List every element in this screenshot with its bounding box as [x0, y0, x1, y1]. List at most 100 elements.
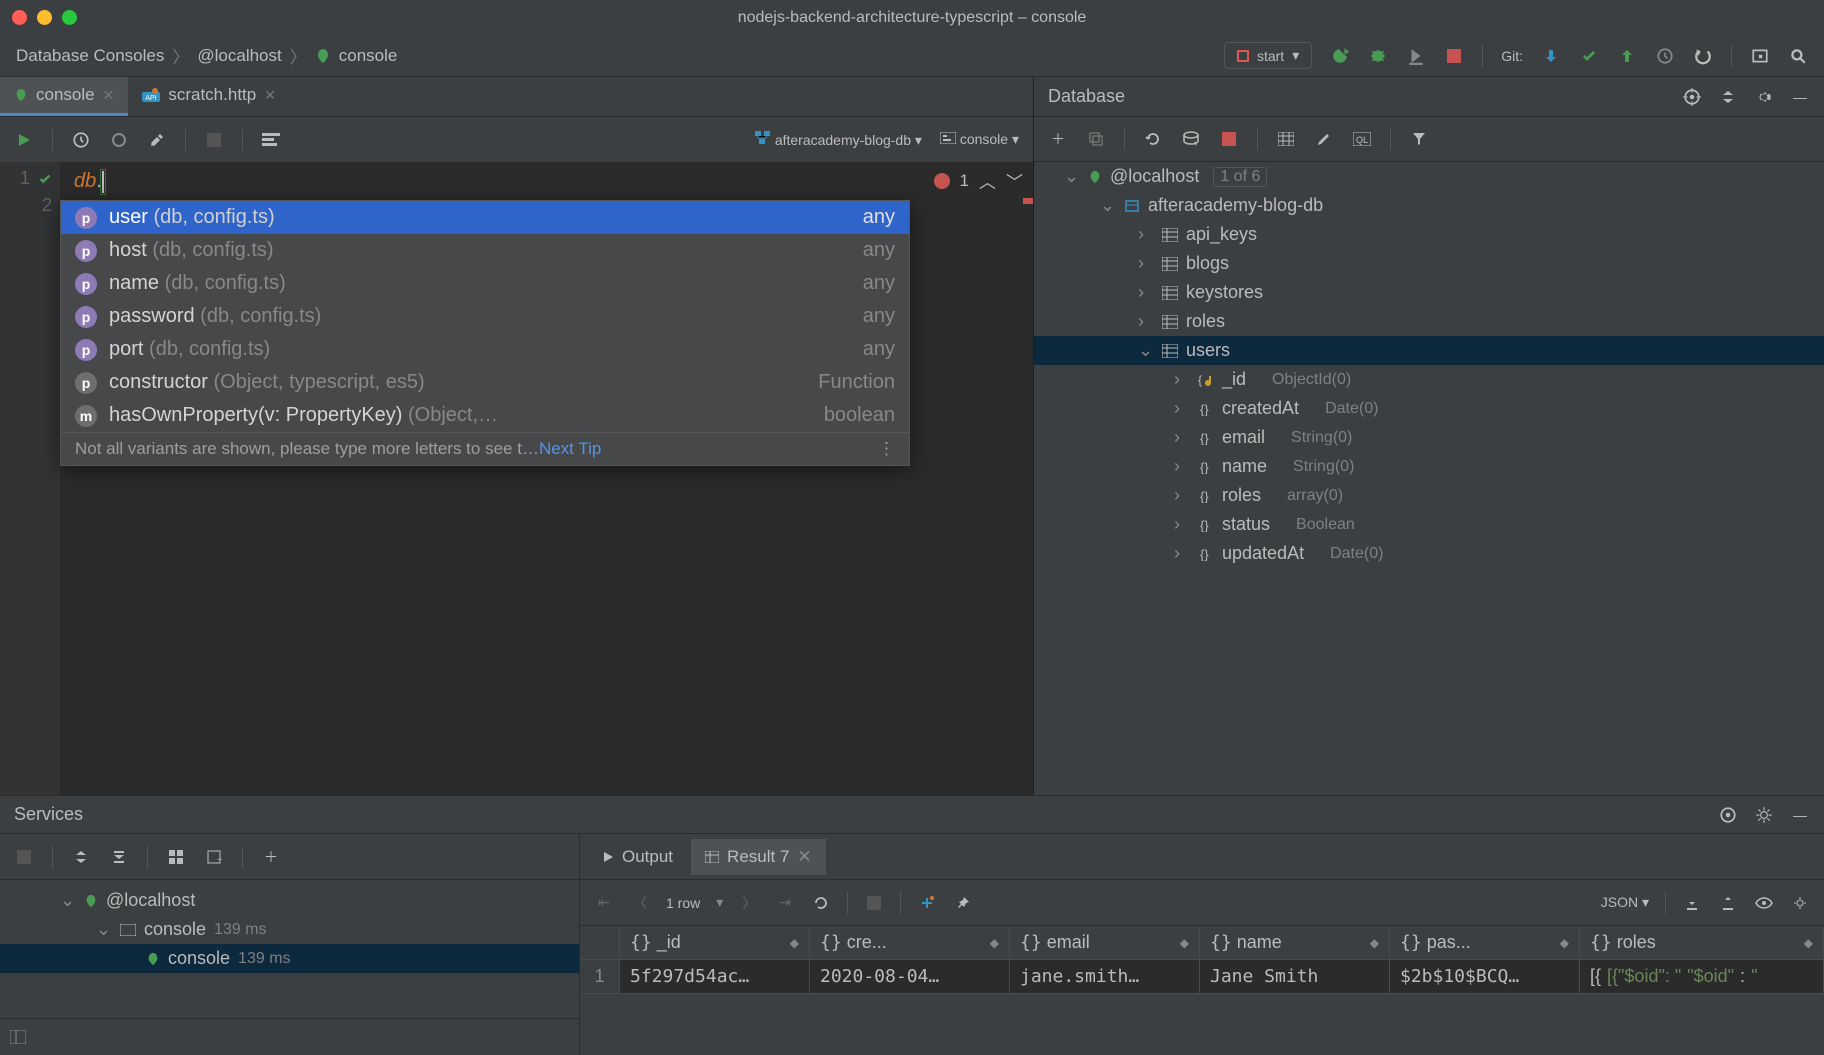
chevron-right-icon[interactable]: › [1138, 311, 1154, 332]
cell-email[interactable]: jane.smith… [1010, 960, 1200, 994]
chevron-right-icon[interactable]: › [1138, 253, 1154, 274]
target-icon[interactable] [1718, 805, 1738, 825]
expand-all-icon[interactable] [71, 847, 91, 867]
export-icon[interactable] [1682, 893, 1702, 913]
chevron-right-icon[interactable]: › [1138, 282, 1154, 303]
services-console-node[interactable]: ⌄ console 139 ms [0, 915, 579, 944]
table-node-blogs[interactable]: ›blogs [1034, 249, 1824, 278]
column-header-name[interactable]: {} name◆ [1200, 926, 1390, 960]
gear-icon[interactable] [1790, 893, 1810, 913]
debug-button[interactable] [1368, 46, 1388, 66]
stop-result-icon[interactable] [864, 893, 884, 913]
group-icon[interactable] [166, 847, 186, 867]
column-node-roles[interactable]: ›{}roles array(0) [1034, 481, 1824, 510]
chevron-right-icon[interactable]: › [1138, 224, 1154, 245]
minimize-icon[interactable]: — [1790, 805, 1810, 825]
run-configuration-dropdown[interactable]: start ▾ [1224, 42, 1312, 69]
add-datasource-button[interactable]: ＋ [1048, 129, 1068, 149]
duplicate-button[interactable] [1086, 129, 1106, 149]
sort-icon[interactable]: ◆ [1560, 936, 1569, 950]
column-node-email[interactable]: ›{}email String(0) [1034, 423, 1824, 452]
prev-page-icon[interactable]: 〈 [630, 893, 650, 913]
tab-result[interactable]: Result 7 ✕ [691, 839, 826, 875]
more-icon[interactable]: ⋮ [878, 439, 895, 459]
execute-button[interactable] [14, 130, 34, 150]
chevron-right-icon[interactable]: › [1174, 369, 1190, 390]
chevron-right-icon[interactable]: › [1174, 427, 1190, 448]
git-commit-button[interactable] [1579, 46, 1599, 66]
table-node-users[interactable]: ⌄users [1034, 336, 1824, 365]
chevron-down-icon[interactable]: ⌄ [1064, 166, 1080, 187]
error-stripe[interactable] [1023, 198, 1033, 204]
autocomplete-item[interactable]: pname (db, config.ts)any [61, 267, 909, 300]
chevron-down-icon[interactable]: ⌄ [60, 890, 76, 911]
table-node-roles[interactable]: ›roles [1034, 307, 1824, 336]
first-page-icon[interactable]: ⇤ [594, 893, 614, 913]
sync-button[interactable] [1181, 129, 1201, 149]
chevron-right-icon[interactable]: › [1174, 514, 1190, 535]
git-history-button[interactable] [1655, 46, 1675, 66]
error-indicator[interactable]: 1 ︿ ﹀ [934, 168, 1023, 193]
schema-node[interactable]: ⌄ afteracademy-blog-db [1034, 191, 1824, 220]
cell-roles[interactable]: [{[{"$oid": ""$oid": " [1580, 960, 1824, 994]
history-icon[interactable] [71, 130, 91, 150]
row-count[interactable]: 1 row [666, 895, 700, 911]
settings-icon[interactable] [147, 130, 167, 150]
next-page-icon[interactable]: 〉 [739, 893, 759, 913]
explain-plan-icon[interactable] [261, 130, 281, 150]
autocomplete-item[interactable]: pconstructor (Object, typescript, es5)Fu… [61, 366, 909, 399]
services-leaf-node[interactable]: console 139 ms [0, 944, 579, 973]
view-mode-selector[interactable]: JSON ▾ [1601, 894, 1649, 911]
sort-icon[interactable]: ◆ [790, 936, 799, 950]
result-table[interactable]: {} _id◆ {} cre...◆ {} email◆ {} name◆ {}… [580, 926, 1824, 1055]
console-selector[interactable]: console ▾ [940, 131, 1019, 148]
tab-output[interactable]: Output [588, 839, 687, 875]
sort-icon[interactable]: ◆ [990, 936, 999, 950]
run-button[interactable] [1330, 46, 1350, 66]
filter-services-icon[interactable]: + [204, 847, 224, 867]
cell-id[interactable]: 5f297d54ac… [620, 960, 810, 994]
datasource-node[interactable]: ⌄ @localhost 1 of 6 [1034, 162, 1824, 191]
column-node-updatedAt[interactable]: ›{}updatedAt Date(0) [1034, 539, 1824, 568]
breadcrumb-root[interactable]: Database Consoles [16, 46, 164, 66]
column-header-created[interactable]: {} cre...◆ [810, 926, 1010, 960]
add-row-icon[interactable] [917, 893, 937, 913]
prev-error-icon[interactable]: ︿ [979, 168, 996, 193]
tab-scratch-http[interactable]: API scratch.http ✕ [128, 77, 290, 116]
services-tree[interactable]: ⌄ @localhost ⌄ console 139 ms console 13… [0, 880, 579, 1018]
column-header-roles[interactable]: {} roles◆ [1580, 926, 1824, 960]
chevron-down-icon[interactable]: ⌄ [1100, 195, 1116, 216]
git-pull-button[interactable] [1541, 46, 1561, 66]
breadcrumb-host[interactable]: @localhost [197, 46, 281, 66]
column-header-email[interactable]: {} email◆ [1010, 926, 1200, 960]
table-node-keystores[interactable]: ›keystores [1034, 278, 1824, 307]
database-tree[interactable]: ⌄ @localhost 1 of 6 ⌄ afteracademy-blog-… [1034, 162, 1824, 795]
ide-settings-button[interactable] [1750, 46, 1770, 66]
chevron-down-icon[interactable]: ⌄ [96, 919, 112, 940]
query-console-icon[interactable]: QL [1352, 129, 1372, 149]
next-error-icon[interactable]: ﹀ [1006, 168, 1023, 193]
target-icon[interactable] [1682, 87, 1702, 107]
refresh-button[interactable] [1143, 129, 1163, 149]
pin-icon[interactable] [953, 893, 973, 913]
column-header-password[interactable]: {} pas...◆ [1390, 926, 1580, 960]
chevron-down-icon[interactable]: ⌄ [1138, 340, 1154, 361]
autocomplete-item[interactable]: pport (db, config.ts)any [61, 333, 909, 366]
close-icon[interactable]: ✕ [797, 847, 811, 867]
column-header-id[interactable]: {} _id◆ [620, 926, 810, 960]
chevron-right-icon[interactable]: › [1174, 485, 1190, 506]
search-everywhere-button[interactable] [1788, 46, 1808, 66]
git-revert-button[interactable] [1693, 46, 1713, 66]
coverage-button[interactable] [1406, 46, 1426, 66]
gear-icon[interactable] [1754, 805, 1774, 825]
services-root-node[interactable]: ⌄ @localhost [0, 886, 579, 915]
filter-icon[interactable] [1409, 129, 1429, 149]
result-data-row[interactable]: 1 5f297d54ac… 2020-08-04… jane.smith… Ja… [580, 960, 1824, 994]
import-icon[interactable] [1718, 893, 1738, 913]
disconnect-button[interactable] [1219, 129, 1239, 149]
cell-created[interactable]: 2020-08-04… [810, 960, 1010, 994]
column-node-createdAt[interactable]: ›{}createdAt Date(0) [1034, 394, 1824, 423]
last-page-icon[interactable]: ⇥ [775, 893, 795, 913]
stop-query-button[interactable] [204, 130, 224, 150]
minimize-icon[interactable]: — [1790, 87, 1810, 107]
